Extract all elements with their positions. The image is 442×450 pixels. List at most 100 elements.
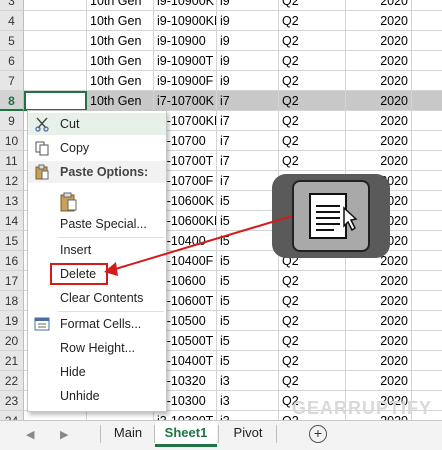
table-cell[interactable]: [412, 0, 442, 11]
table-cell[interactable]: i5: [217, 311, 279, 331]
menu-item-cut[interactable]: Cut: [28, 113, 166, 135]
table-cell[interactable]: i9: [217, 31, 279, 51]
table-cell[interactable]: i9-10900: [154, 31, 217, 51]
table-cell[interactable]: [412, 111, 442, 131]
table-cell[interactable]: [87, 411, 154, 420]
row-header[interactable]: 23: [0, 391, 24, 411]
menu-item-format-cells[interactable]: Format Cells...: [28, 313, 166, 335]
row-header[interactable]: 13: [0, 191, 24, 211]
table-cell[interactable]: 2020: [346, 291, 412, 311]
table-cell[interactable]: 10th Gen: [87, 91, 154, 111]
table-cell[interactable]: i5: [217, 291, 279, 311]
table-cell[interactable]: i5: [217, 251, 279, 271]
table-cell[interactable]: 10th Gen: [87, 0, 154, 11]
row-header[interactable]: 16: [0, 251, 24, 271]
table-cell[interactable]: i9-10900F: [154, 71, 217, 91]
add-sheet-icon[interactable]: +: [309, 425, 327, 443]
row-header[interactable]: 24: [0, 411, 24, 420]
tab-pivot[interactable]: Pivot: [222, 421, 274, 447]
table-cell[interactable]: Q2: [279, 71, 346, 91]
row-header[interactable]: 14: [0, 211, 24, 231]
table-cell[interactable]: [24, 11, 87, 31]
menu-item-clear-contents[interactable]: Clear Contents: [28, 287, 166, 309]
table-cell[interactable]: i3-10300T: [154, 411, 217, 420]
table-cell[interactable]: i9: [217, 51, 279, 71]
table-cell[interactable]: i7: [217, 91, 279, 111]
table-cell[interactable]: i9: [217, 71, 279, 91]
table-cell[interactable]: [412, 311, 442, 331]
table-cell[interactable]: [412, 191, 442, 211]
table-cell[interactable]: Q2: [279, 331, 346, 351]
row-header[interactable]: 19: [0, 311, 24, 331]
table-cell[interactable]: 2020: [346, 271, 412, 291]
row-header[interactable]: 9: [0, 111, 24, 131]
table-cell[interactable]: [412, 171, 442, 191]
row-header[interactable]: 3: [0, 0, 24, 11]
table-cell[interactable]: 10th Gen: [87, 71, 154, 91]
table-cell[interactable]: [412, 71, 442, 91]
table-cell[interactable]: i5: [217, 231, 279, 251]
table-cell[interactable]: i9-10900T: [154, 51, 217, 71]
table-cell[interactable]: [24, 71, 87, 91]
table-cell[interactable]: [412, 271, 442, 291]
table-cell[interactable]: [24, 31, 87, 51]
table-cell[interactable]: 2020: [346, 31, 412, 51]
row-header[interactable]: 20: [0, 331, 24, 351]
table-cell[interactable]: [412, 251, 442, 271]
table-cell[interactable]: [412, 51, 442, 71]
table-cell[interactable]: i5: [217, 211, 279, 231]
menu-item-insert[interactable]: Insert: [28, 239, 166, 261]
table-row[interactable]: 8 10th Gen i7-10700K i7 Q2 2020: [0, 91, 442, 111]
row-header[interactable]: 15: [0, 231, 24, 251]
table-cell[interactable]: Q2: [279, 351, 346, 371]
row-header[interactable]: 8: [0, 91, 24, 111]
table-cell[interactable]: 2020: [346, 131, 412, 151]
table-cell[interactable]: Q2: [279, 151, 346, 171]
table-cell[interactable]: Q2: [279, 51, 346, 71]
table-cell[interactable]: [412, 371, 442, 391]
scroll-left-icon[interactable]: ◀: [26, 428, 34, 441]
table-cell[interactable]: i7-10700K: [154, 91, 217, 111]
row-header[interactable]: 6: [0, 51, 24, 71]
row-header[interactable]: 11: [0, 151, 24, 171]
menu-item-hide[interactable]: Hide: [28, 361, 166, 383]
table-row[interactable]: 3 10th Gen i9-10900K i9 Q2 2020: [0, 0, 442, 11]
menu-item-unhide[interactable]: Unhide: [28, 385, 166, 407]
row-header[interactable]: 17: [0, 271, 24, 291]
table-cell[interactable]: i3: [217, 411, 279, 420]
tab-main[interactable]: Main: [104, 421, 152, 447]
table-cell[interactable]: i3: [217, 391, 279, 411]
table-cell[interactable]: 2020: [346, 371, 412, 391]
table-cell[interactable]: i9-10900K: [154, 0, 217, 11]
table-cell[interactable]: 10th Gen: [87, 11, 154, 31]
table-cell[interactable]: Q2: [279, 291, 346, 311]
row-header[interactable]: 18: [0, 291, 24, 311]
row-header[interactable]: 22: [0, 371, 24, 391]
table-cell[interactable]: [412, 211, 442, 231]
tab-sheet1[interactable]: Sheet1: [155, 421, 217, 447]
table-cell[interactable]: 2020: [346, 151, 412, 171]
table-cell[interactable]: 2020: [346, 351, 412, 371]
table-cell[interactable]: i5: [217, 351, 279, 371]
table-cell[interactable]: [412, 231, 442, 251]
table-cell[interactable]: i7: [217, 131, 279, 151]
table-cell[interactable]: 10th Gen: [87, 31, 154, 51]
table-cell[interactable]: 2020: [346, 71, 412, 91]
row-header[interactable]: 7: [0, 71, 24, 91]
table-cell[interactable]: [412, 331, 442, 351]
table-cell[interactable]: Q2: [279, 131, 346, 151]
row-header[interactable]: 10: [0, 131, 24, 151]
table-cell[interactable]: Q2: [279, 271, 346, 291]
table-cell[interactable]: i5: [217, 331, 279, 351]
row-header[interactable]: 5: [0, 31, 24, 51]
table-cell[interactable]: Q2: [279, 0, 346, 11]
table-cell[interactable]: [24, 51, 87, 71]
table-cell[interactable]: Q2: [279, 311, 346, 331]
table-cell[interactable]: 10th Gen: [87, 51, 154, 71]
table-cell[interactable]: i7: [217, 111, 279, 131]
table-cell[interactable]: [24, 91, 87, 111]
menu-item-row-height[interactable]: Row Height...: [28, 337, 166, 359]
table-cell[interactable]: 2020: [346, 11, 412, 31]
table-cell[interactable]: 2020: [346, 331, 412, 351]
menu-item-copy[interactable]: Copy: [28, 137, 166, 159]
